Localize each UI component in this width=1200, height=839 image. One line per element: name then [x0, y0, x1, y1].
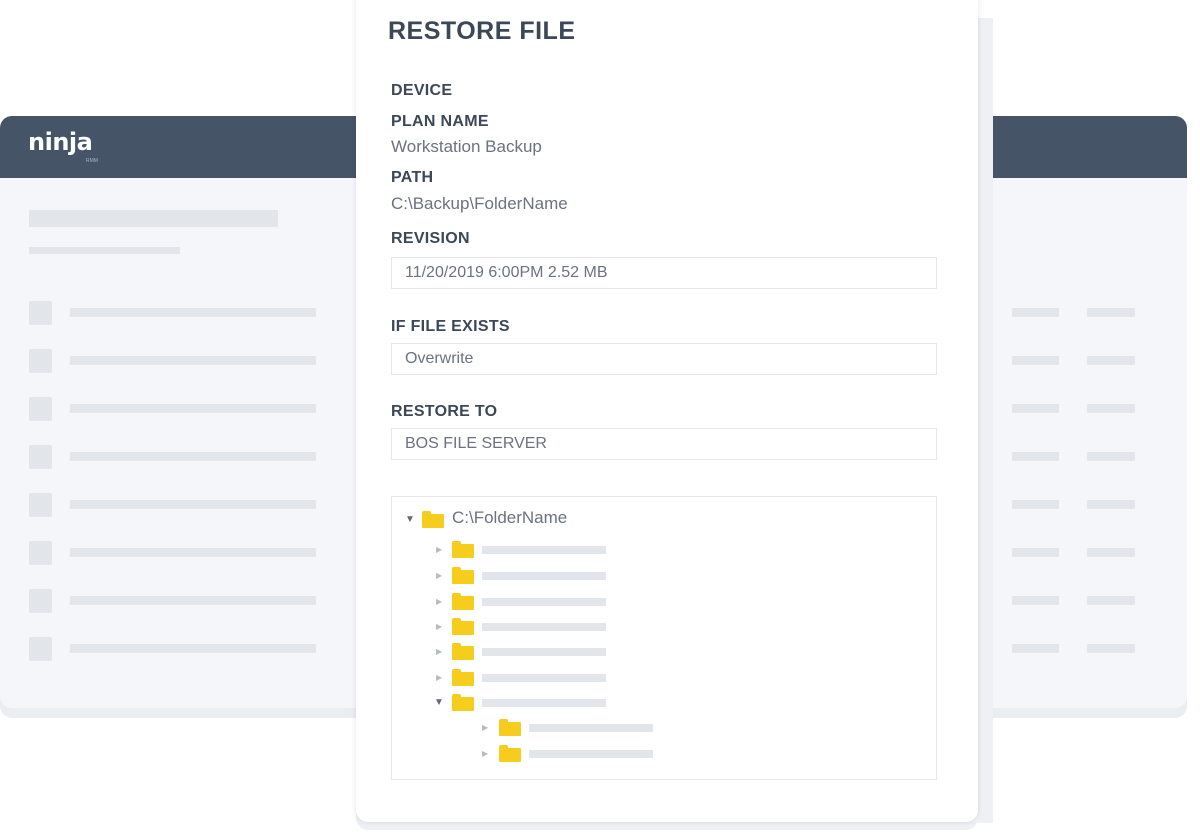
list-cell — [1012, 356, 1059, 365]
list-item — [70, 452, 316, 461]
revision-label: REVISION — [391, 230, 470, 247]
list-checkbox[interactable] — [29, 397, 52, 421]
caret-right-icon[interactable]: ▶ — [436, 545, 442, 554]
list-cell — [1087, 644, 1135, 653]
restore-to-select[interactable]: BOS FILE SERVER — [391, 428, 937, 460]
folder-icon — [452, 541, 474, 558]
caret-right-icon[interactable]: ▶ — [436, 647, 442, 656]
list-cell — [1087, 596, 1135, 605]
list-cell — [1012, 596, 1059, 605]
caret-right-icon[interactable]: ▶ — [482, 749, 488, 758]
path-value: C:\Backup\FolderName — [391, 194, 568, 213]
tree-item[interactable] — [482, 546, 606, 554]
list-checkbox[interactable] — [29, 349, 52, 373]
list-cell — [1087, 452, 1135, 461]
tree-item[interactable] — [529, 750, 653, 758]
if-file-exists-select[interactable]: Overwrite — [391, 343, 937, 375]
folder-icon — [499, 719, 521, 736]
folder-icon — [452, 643, 474, 660]
list-cell — [1087, 404, 1135, 413]
tree-item[interactable] — [482, 572, 606, 580]
list-checkbox[interactable] — [29, 637, 52, 661]
plan-name-value: Workstation Backup — [391, 137, 542, 156]
tree-item[interactable] — [482, 623, 606, 631]
caret-right-icon[interactable]: ▶ — [482, 723, 488, 732]
restore-to-label: RESTORE TO — [391, 403, 498, 420]
list-item — [70, 596, 316, 605]
restore-file-dialog: RESTORE FILE DEVICE PLAN NAME Workstatio… — [356, 0, 978, 822]
caret-down-icon[interactable]: ▼ — [405, 514, 415, 525]
caret-down-icon[interactable]: ▼ — [434, 697, 444, 708]
list-checkbox[interactable] — [29, 589, 52, 613]
list-cell — [1087, 548, 1135, 557]
tree-item[interactable] — [529, 724, 653, 732]
list-cell — [1012, 548, 1059, 557]
folder-icon — [499, 745, 521, 762]
list-cell — [1012, 500, 1059, 509]
list-item — [70, 404, 316, 413]
tree-item[interactable] — [482, 674, 606, 682]
list-cell — [1012, 404, 1059, 413]
list-item — [70, 308, 316, 317]
if-file-exists-label: IF FILE EXISTS — [391, 318, 510, 335]
tree-item[interactable] — [482, 648, 606, 656]
list-item — [70, 548, 316, 557]
ninja-logo: ninja — [28, 128, 93, 156]
list-cell — [1012, 644, 1059, 653]
folder-tree: ▼ C:\FolderName ▶ ▶ ▶ ▶ ▶ ▶ ▼ ▶ ▶ — [391, 496, 937, 780]
placeholder-subtitle — [29, 247, 180, 254]
folder-icon — [452, 567, 474, 584]
plan-name-label: PLAN NAME — [391, 113, 489, 130]
list-checkbox[interactable] — [29, 493, 52, 517]
folder-icon — [452, 618, 474, 635]
list-checkbox[interactable] — [29, 445, 52, 469]
folder-icon — [452, 669, 474, 686]
dialog-title: RESTORE FILE — [388, 17, 576, 45]
list-checkbox[interactable] — [29, 541, 52, 565]
list-cell — [1012, 452, 1059, 461]
list-checkbox[interactable] — [29, 301, 52, 325]
list-item — [70, 644, 316, 653]
list-item — [70, 356, 316, 365]
folder-icon — [452, 593, 474, 610]
caret-right-icon[interactable]: ▶ — [436, 571, 442, 580]
list-cell — [1087, 500, 1135, 509]
caret-right-icon[interactable]: ▶ — [436, 597, 442, 606]
device-label: DEVICE — [391, 82, 453, 99]
list-item — [70, 500, 316, 509]
revision-select[interactable]: 11/20/2019 6:00PM 2.52 MB — [391, 257, 937, 289]
path-label: PATH — [391, 169, 434, 186]
tree-item[interactable] — [482, 598, 606, 606]
logo-subtitle: RMM — [86, 158, 98, 164]
list-cell — [1087, 308, 1135, 317]
list-cell — [1012, 308, 1059, 317]
caret-right-icon[interactable]: ▶ — [436, 673, 442, 682]
folder-icon — [452, 694, 474, 711]
folder-icon — [422, 511, 444, 528]
caret-right-icon[interactable]: ▶ — [436, 622, 442, 631]
tree-item[interactable] — [482, 699, 606, 707]
tree-root-label[interactable]: C:\FolderName — [452, 508, 567, 528]
list-cell — [1087, 356, 1135, 365]
placeholder-title — [29, 210, 278, 227]
